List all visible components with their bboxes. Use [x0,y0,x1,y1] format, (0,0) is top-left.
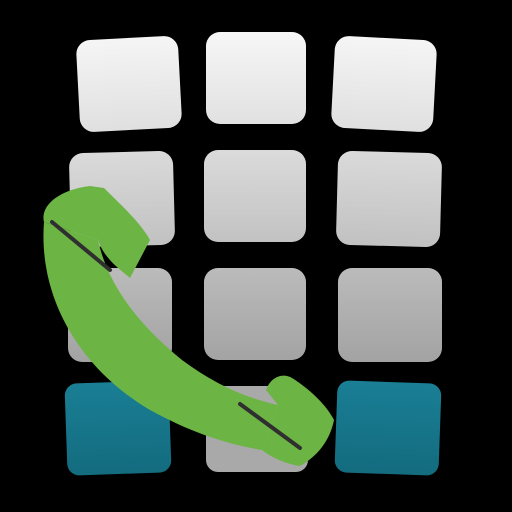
keypad-key [338,268,442,362]
keypad-key [76,36,182,132]
phone-dialer-app-icon [0,0,512,512]
keypad-key [331,36,437,132]
keypad-key [206,32,306,124]
keypad-key [204,150,306,242]
keypad-key [336,151,442,247]
keypad-key [204,268,306,360]
keypad-key [334,380,442,476]
